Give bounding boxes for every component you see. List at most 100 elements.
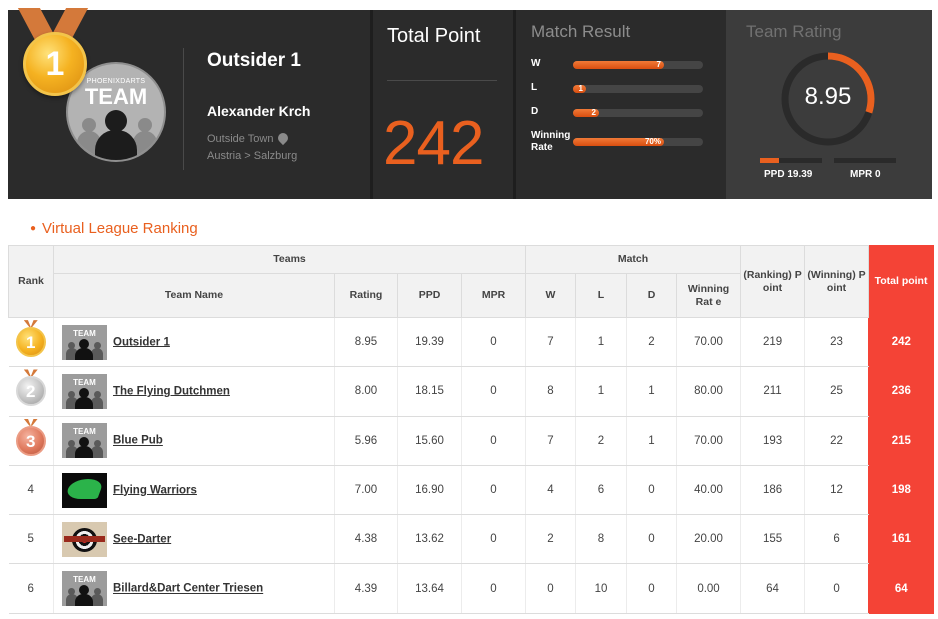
match-result-label: Winning Rate xyxy=(531,130,571,153)
mpr-cell: 0 xyxy=(461,415,526,466)
match-result-value: 1 xyxy=(578,84,583,93)
header-total-point: Total point xyxy=(868,245,935,318)
thumb-label: TEAM xyxy=(73,427,96,437)
location-town: Outside Town xyxy=(207,133,274,145)
mpr-cell: 0 xyxy=(461,514,526,565)
team-cell: TEAM Blue Pub xyxy=(53,415,335,466)
section-title-text: Virtual League Ranking xyxy=(42,220,198,237)
w-cell: 8 xyxy=(525,366,576,417)
team-thumbnail[interactable] xyxy=(62,521,107,557)
winning-rate-cell: 80.00 xyxy=(675,366,741,417)
ranking-table: Rank Teams Match (Ranking) P oint (Winni… xyxy=(8,245,935,614)
ranking-point-cell: 211 xyxy=(740,366,805,417)
header-ranking-point: (Ranking) P oint xyxy=(740,245,806,318)
team-rating-panel: Team Rating 8.95 PPD 19.39 MPR 0 xyxy=(726,10,932,199)
team-thumbnail[interactable] xyxy=(62,472,107,508)
winning-point-cell: 12 xyxy=(804,464,869,516)
thumb-label: TEAM xyxy=(73,328,96,338)
l-cell: 1 xyxy=(575,366,627,417)
team-link[interactable]: Billard&Dart Center Triesen xyxy=(113,583,263,595)
ppd-label: PPD 19.39 xyxy=(764,169,813,180)
d-cell: 2 xyxy=(626,316,677,368)
winning-point-cell: 6 xyxy=(804,514,869,565)
team-thumbnail[interactable]: TEAM xyxy=(62,373,107,409)
table-row: 3 TEAM Blue Pub 5.96 15.60 0 7 2 1 70.00 … xyxy=(8,415,934,466)
mpr-cell: 0 xyxy=(461,316,526,368)
team-rating-value: 8.95 xyxy=(804,83,852,110)
header-mpr: MPR xyxy=(461,273,526,318)
header-l: L xyxy=(575,273,627,318)
header-winning-point: (Winning) P oint xyxy=(804,245,870,318)
location-pin-icon xyxy=(276,130,291,146)
rank-cell: 4 xyxy=(8,464,54,516)
match-result-label: L xyxy=(531,82,538,93)
mpr-cell: 0 xyxy=(461,563,526,614)
rating-cell: 8.00 xyxy=(334,366,398,417)
winning-rate-cell: 70.00 xyxy=(675,415,741,466)
team-link[interactable]: See-Darter xyxy=(113,533,171,545)
rank-cell: 2 xyxy=(8,366,54,417)
ppd-cell: 15.60 xyxy=(397,415,462,466)
total-point-panel: Total Point 242 xyxy=(373,10,513,199)
gold-medal-icon: 1 xyxy=(15,327,46,358)
team-link[interactable]: Blue Pub xyxy=(113,435,163,447)
team-link[interactable]: The Flying Dutchmen xyxy=(113,385,230,397)
l-cell: 1 xyxy=(575,316,627,368)
d-cell: 0 xyxy=(626,464,677,516)
ranking-point-cell: 186 xyxy=(740,464,805,516)
match-result-bar: 2 xyxy=(573,108,599,117)
ranking-point-cell: 193 xyxy=(740,415,805,466)
bullet-icon: ● xyxy=(30,223,37,234)
ppd-bar-fill xyxy=(760,158,779,163)
team-cell: Flying Warriors xyxy=(53,464,335,516)
team-cell: TEAM The Flying Dutchmen xyxy=(53,366,335,417)
team-cell: See-Darter xyxy=(53,514,335,565)
thumb-label: TEAM xyxy=(73,575,96,585)
table-row: 1 TEAM Outsider 1 8.95 19.39 0 7 1 2 70.0… xyxy=(8,316,934,368)
l-cell: 6 xyxy=(575,464,627,516)
match-result-bar: 70% xyxy=(573,137,664,146)
winning-rate-cell: 40.00 xyxy=(675,464,741,516)
team-location: Outside Town Austria > Salzburg xyxy=(207,130,297,165)
section-title: ● Virtual League Ranking xyxy=(30,220,198,237)
winning-point-cell: 22 xyxy=(804,415,869,466)
w-cell: 0 xyxy=(525,563,576,614)
header-rank: Rank xyxy=(8,245,54,318)
mpr-cell: 0 xyxy=(461,366,526,417)
divider xyxy=(183,48,184,170)
mpr-cell: 0 xyxy=(461,464,526,516)
team-card: PHOENIXDARTS TEAM 1 Outsider 1 Alexander… xyxy=(8,8,370,199)
match-result-panel: Match Result W 7 L 1 D 2 Winning Rate 70… xyxy=(516,10,726,199)
team-link[interactable]: Outsider 1 xyxy=(113,336,170,348)
ranking-point-cell: 64 xyxy=(740,563,805,614)
header-d: D xyxy=(626,273,677,318)
total-point-cell: 198 xyxy=(868,464,934,516)
match-result-row-winning-rate: Winning Rate 70% xyxy=(531,130,716,160)
winning-point-cell: 0 xyxy=(804,563,869,614)
rating-cell: 5.96 xyxy=(334,415,398,466)
team-thumbnail[interactable]: TEAM xyxy=(62,571,107,607)
match-result-label: D xyxy=(531,106,539,117)
winning-rate-cell: 0.00 xyxy=(675,563,741,614)
winning-point-cell: 25 xyxy=(804,366,869,417)
header-ppd: PPD xyxy=(397,273,462,318)
winning-rate-cell: 20.00 xyxy=(675,514,741,565)
rating-cell: 7.00 xyxy=(334,464,398,516)
team-thumbnail[interactable]: TEAM xyxy=(62,423,107,459)
total-point-value: 242 xyxy=(383,109,484,178)
w-cell: 7 xyxy=(525,316,576,368)
match-result-title: Match Result xyxy=(531,22,631,41)
thumb-label: TEAM xyxy=(73,377,96,387)
ppd-cell: 13.62 xyxy=(397,514,462,565)
d-cell: 1 xyxy=(626,415,677,466)
team-cell: TEAM Billard&Dart Center Triesen xyxy=(53,563,335,614)
rating-cell: 4.39 xyxy=(334,563,398,614)
team-link[interactable]: Flying Warriors xyxy=(113,484,197,496)
header-teams-group: Teams xyxy=(53,245,526,274)
d-cell: 0 xyxy=(626,563,677,614)
mpr-bar xyxy=(834,158,896,163)
header-rating: Rating xyxy=(334,273,398,318)
ranking-point-cell: 155 xyxy=(740,514,805,565)
team-thumbnail[interactable]: TEAM xyxy=(62,324,107,360)
header-winning-rate: Winning Rat e xyxy=(675,273,742,318)
